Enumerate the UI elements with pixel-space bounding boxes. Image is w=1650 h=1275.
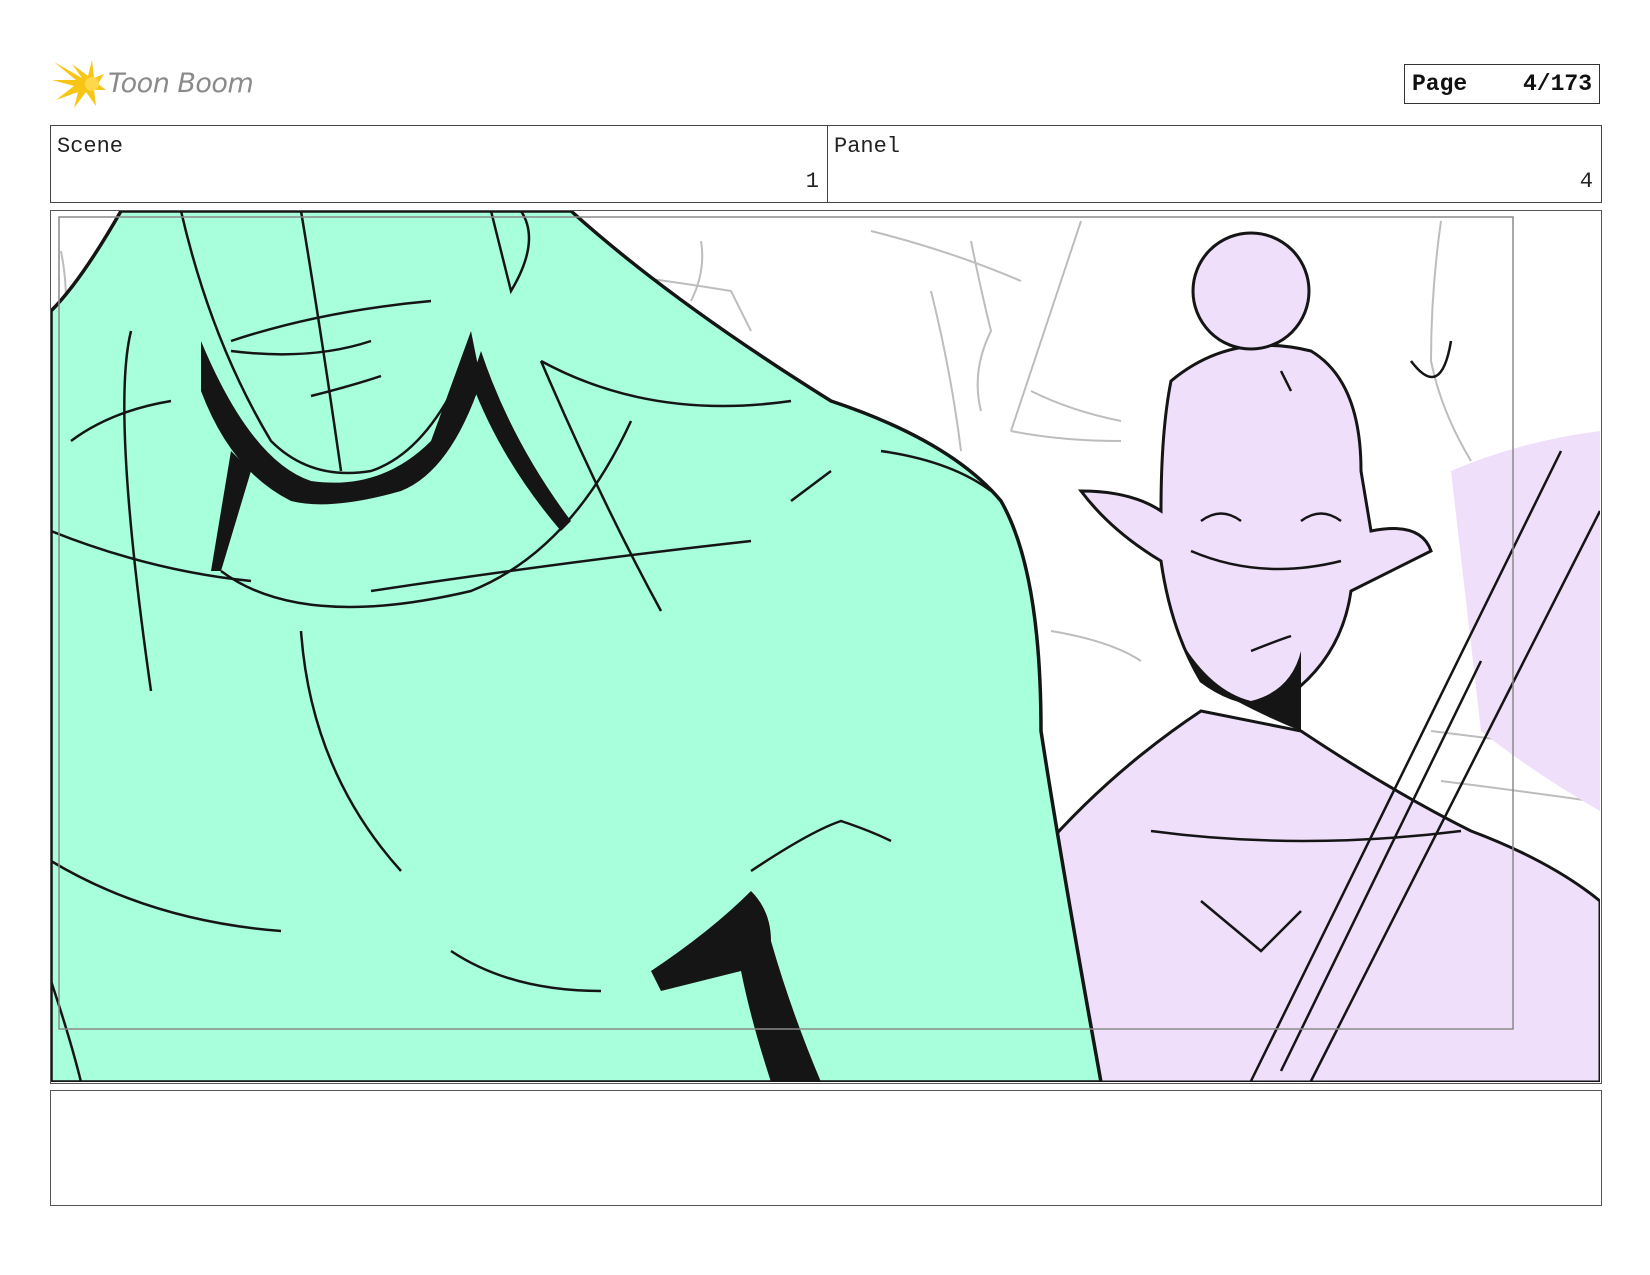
page-number: 4/173 (1522, 71, 1592, 97)
right-character (1039, 231, 1600, 1082)
brand-name: Toon Boom (108, 68, 254, 99)
storyboard-panel-image (50, 210, 1602, 1084)
scene-number: 1 (805, 169, 819, 194)
panel-cell: Panel 4 (828, 126, 1601, 202)
scene-label: Scene (57, 134, 124, 159)
toon-boom-logo: Toon Boom (52, 56, 262, 114)
panel-number: 4 (1579, 169, 1593, 194)
starburst-icon (52, 60, 106, 108)
scene-panel-header: Scene 1 Panel 4 (50, 125, 1602, 203)
panel-notes-box (50, 1090, 1602, 1206)
page-label: Page (1412, 71, 1468, 97)
panel-label: Panel (834, 134, 901, 159)
page-indicator: Page 4/173 (1404, 64, 1600, 104)
scene-cell: Scene 1 (51, 126, 828, 202)
panel-sketch (51, 211, 1600, 1082)
